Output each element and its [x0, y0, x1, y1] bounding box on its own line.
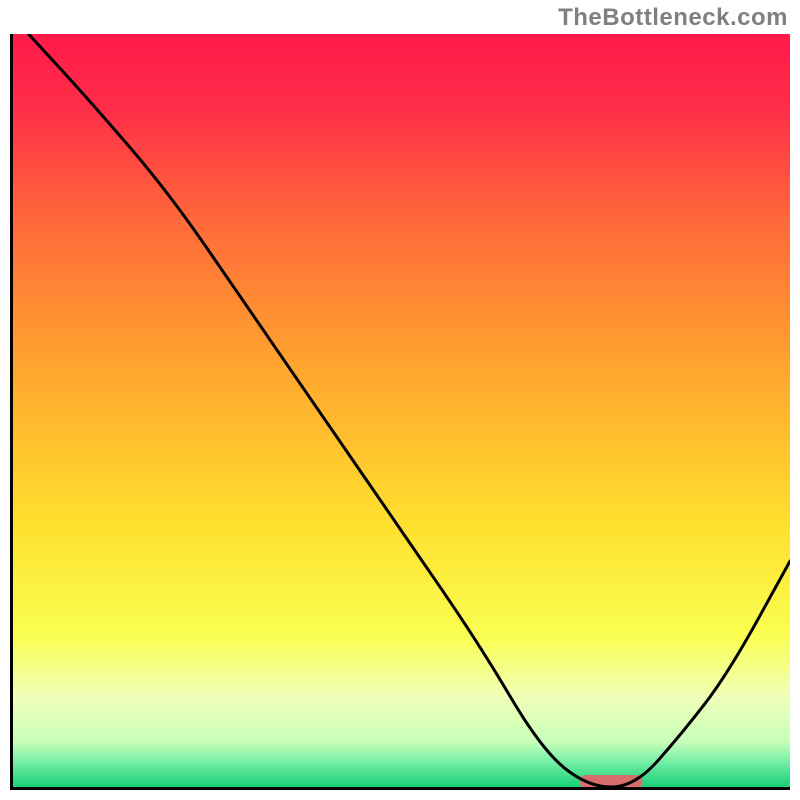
chart-background-gradient [13, 34, 790, 787]
bottleneck-chart [10, 34, 790, 790]
watermark-text: TheBottleneck.com [558, 4, 788, 32]
